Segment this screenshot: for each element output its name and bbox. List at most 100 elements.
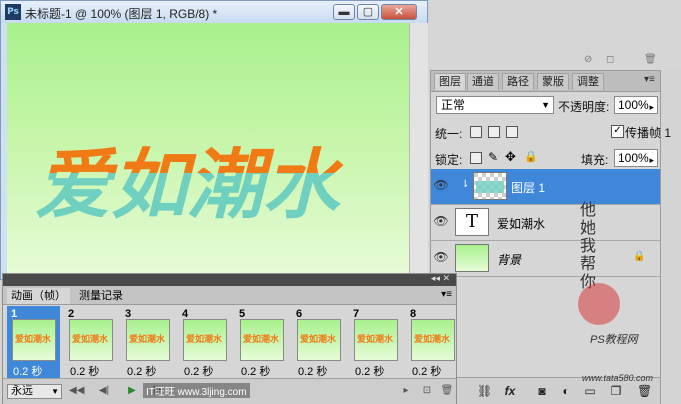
animation-frame[interactable]: 3 爱如潮水 0.2 秒	[121, 306, 174, 378]
text-layer-icon: T	[455, 208, 489, 236]
link-icon: ⇂	[461, 179, 470, 190]
tab-channels[interactable]: 通道	[467, 73, 499, 90]
document-window: Ps 未标题-1 @ 100% (图层 1, RGB/8) * ▬ ▢ ✕ 爱如…	[0, 0, 428, 281]
animation-frame[interactable]: 8 爱如潮水 0.2 秒	[406, 306, 459, 378]
frame-delay[interactable]: 0.2 秒	[127, 363, 156, 379]
frame-thumbnail: 爱如潮水	[12, 319, 56, 361]
tab-masks[interactable]: 蒙版	[537, 73, 569, 90]
chevron-down-icon: ▼	[51, 387, 59, 396]
eye-icon[interactable]: 👁	[433, 214, 449, 230]
blend-mode-select[interactable]: 正常 ▼	[436, 96, 554, 114]
convert-icon[interactable]: ▸	[399, 384, 413, 398]
no-icon[interactable]: ⊘	[584, 54, 598, 66]
watermark-vertical-text: 他她我帮你	[580, 200, 597, 291]
fill-label: 填充:	[581, 153, 609, 167]
timeline-icon[interactable]: ⊡	[418, 384, 436, 398]
panel-menu-icon[interactable]: ▾≡	[644, 74, 655, 85]
lock-position-icon[interactable]: ✥	[505, 149, 516, 165]
eye-icon[interactable]: 👁	[433, 250, 449, 266]
frame-thumbnail: 爱如潮水	[297, 319, 341, 361]
frame-delay[interactable]: 0.2 秒	[355, 363, 384, 379]
propagate-checkbox[interactable]: ✓	[611, 125, 624, 138]
minimize-icon[interactable]: ▬	[333, 4, 355, 20]
layer-thumbnail	[473, 172, 507, 200]
opacity-value: 100%	[618, 98, 649, 112]
watermark-site: PS教程网	[590, 334, 638, 346]
opacity-field[interactable]: 100% ▸	[614, 96, 658, 114]
eye-icon[interactable]: 👁	[433, 178, 449, 194]
frame-thumbnail-text: 爱如潮水	[186, 334, 223, 344]
trash-icon[interactable]: 🗑	[440, 384, 454, 398]
frame-delay[interactable]: 0.2 秒	[241, 363, 270, 379]
watermark-seal	[578, 283, 620, 325]
unify-style-icon[interactable]	[506, 126, 518, 138]
lock-transparent-icon[interactable]	[470, 152, 482, 164]
link-layers-icon[interactable]: ⛓	[477, 384, 492, 398]
animation-frame[interactable]: 2 爱如潮水 0.2 秒	[64, 306, 117, 378]
panel-menu-icon[interactable]: ▾≡	[441, 289, 452, 300]
tab-measurement[interactable]: 测量记录	[75, 288, 127, 304]
trash-icon[interactable]: 🗑	[644, 54, 658, 66]
frame-thumbnail-text: 爱如潮水	[72, 334, 109, 344]
tab-paths[interactable]: 路径	[502, 73, 534, 90]
frame-thumbnail: 爱如潮水	[354, 319, 398, 361]
frame-thumbnail-text: 爱如潮水	[414, 334, 451, 344]
animation-frame[interactable]: 6 爱如潮水 0.2 秒	[292, 306, 345, 378]
animation-panel-header[interactable]: ◂◂ ✕	[3, 273, 456, 286]
animation-controls: 永远 ▼ ◀◀ ◀| ▶ |▶ IT旺旺 www.3ljing.com ▸ ⊡ …	[3, 378, 456, 404]
frame-delay[interactable]: 0.2 秒	[13, 363, 42, 379]
prev-frame-icon[interactable]: ◀|	[97, 384, 111, 398]
frame-thumbnail-text: 爱如潮水	[243, 334, 280, 344]
tab-adjustments[interactable]: 调整	[572, 73, 604, 90]
tab-layers[interactable]: 图层	[434, 73, 466, 90]
animation-tabs: 动画（帧） 测量记录 ▾≡	[3, 286, 456, 305]
animation-panel: ◂◂ ✕ 动画（帧） 测量记录 ▾≡ 永远 ▼ ◀◀ ◀| ▶ |▶ IT旺旺 …	[2, 273, 457, 404]
animation-frame[interactable]: 1 爱如潮水 0.2 秒	[7, 306, 60, 378]
document-title: 未标题-1 @ 100% (图层 1, RGB/8) *	[25, 7, 218, 21]
close-icon[interactable]: ✕	[381, 4, 417, 20]
frame-thumbnail: 爱如潮水	[126, 319, 170, 361]
tab-animation[interactable]: 动画（帧）	[7, 288, 70, 304]
lock-all-icon[interactable]: 🔒	[524, 150, 538, 163]
unify-visibility-icon[interactable]	[488, 126, 500, 138]
layer-name: 图层 1	[511, 181, 546, 195]
animation-frame[interactable]: 7 爱如潮水 0.2 秒	[349, 306, 402, 378]
panel-dock-top: ⊘ ◻ 🗑	[430, 0, 681, 70]
frame-thumbnail-text: 爱如潮水	[300, 334, 337, 344]
blend-mode-value: 正常	[441, 98, 466, 112]
chevron-down-icon: ▼	[541, 100, 550, 110]
frame-thumbnail: 爱如潮水	[240, 319, 284, 361]
frame-thumbnail-text: 爱如潮水	[357, 334, 394, 344]
lock-image-icon[interactable]: ✎	[488, 150, 498, 164]
fx-icon[interactable]: fx	[503, 384, 517, 398]
artwork: 爱如潮水 爱如潮水	[35, 140, 344, 229]
fill-field[interactable]: 100% ▸	[614, 149, 658, 167]
collapse-icon[interactable]: ◂◂ ✕	[431, 273, 450, 284]
chevron-right-icon: ▸	[649, 155, 654, 165]
first-frame-icon[interactable]: ◀◀	[69, 384, 84, 398]
lock-label: 锁定:	[435, 153, 463, 167]
frame-delay[interactable]: 0.2 秒	[412, 363, 441, 379]
watermark-url: www.tata580.com	[582, 373, 654, 383]
layer-name: 爱如潮水	[497, 217, 546, 231]
animation-frame[interactable]: 5 爱如潮水 0.2 秒	[235, 306, 288, 378]
frame-delay[interactable]: 0.2 秒	[298, 363, 327, 379]
restore-icon[interactable]: ▢	[357, 4, 379, 20]
frame-delay[interactable]: 0.2 秒	[70, 363, 99, 379]
layers-tabs: 图层 通道 路径 蒙版 调整 ▾≡	[431, 71, 660, 92]
animation-frame[interactable]: 4 爱如潮水 0.2 秒	[178, 306, 231, 378]
adjustment-icon[interactable]: ◐	[559, 384, 573, 398]
new-icon[interactable]: ◻	[606, 54, 620, 66]
unify-position-icon[interactable]	[470, 126, 482, 138]
propagate-label: 传播帧 1	[625, 126, 672, 140]
play-icon[interactable]: ▶	[125, 384, 139, 398]
vertical-scrollbar[interactable]	[409, 23, 428, 281]
unify-label: 统一:	[435, 127, 463, 141]
canvas[interactable]: 爱如潮水 爱如潮水	[7, 23, 409, 281]
frame-delay[interactable]: 0.2 秒	[184, 363, 213, 379]
document-titlebar[interactable]: Ps 未标题-1 @ 100% (图层 1, RGB/8) * ▬ ▢ ✕	[1, 1, 427, 23]
mask-icon[interactable]: ◙	[535, 384, 549, 398]
frame-thumbnail-text: 爱如潮水	[15, 334, 52, 344]
frame-thumbnail: 爱如潮水	[69, 319, 113, 361]
loop-select[interactable]: 永远 ▼	[7, 384, 62, 399]
